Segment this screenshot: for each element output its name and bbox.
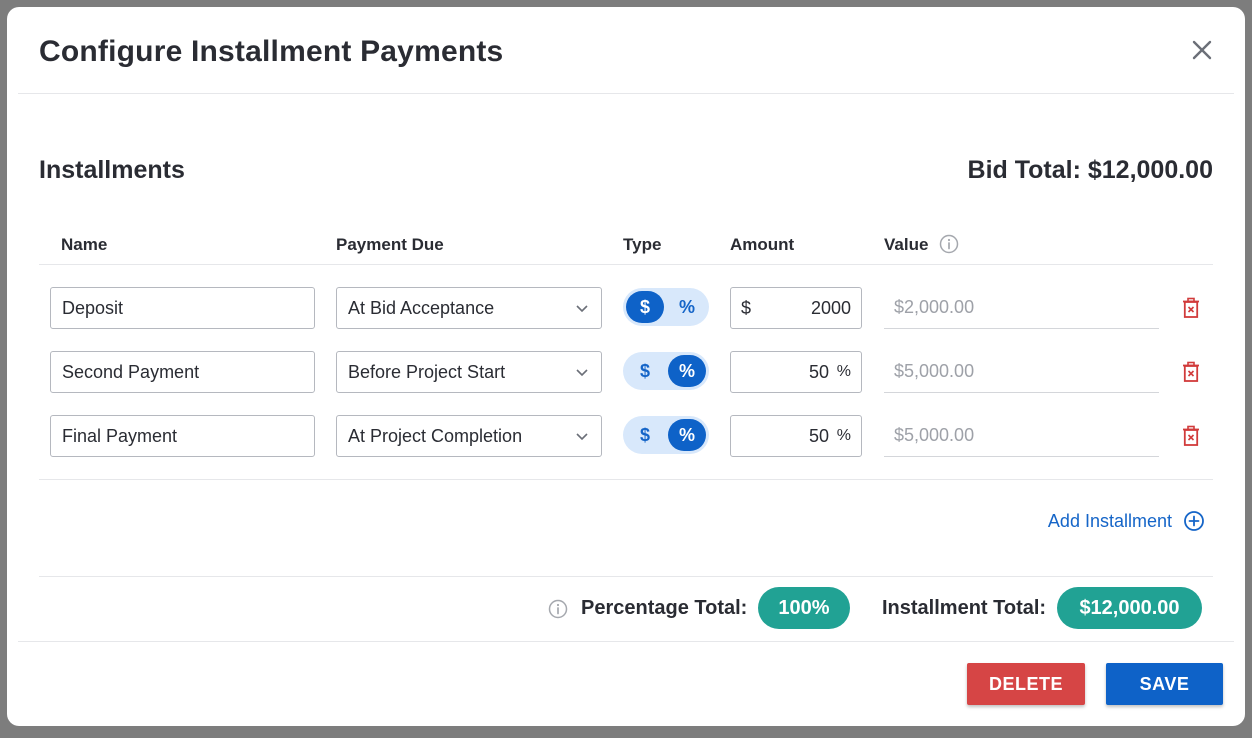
payment-due-select[interactable]: Before Project Start xyxy=(336,351,602,393)
info-icon[interactable] xyxy=(548,599,568,619)
value-display: $2,000.00 xyxy=(884,287,1159,329)
plus-circle-icon[interactable] xyxy=(1183,510,1205,532)
percentage-total-label: Percentage Total: xyxy=(581,597,748,619)
amount-prefix: $ xyxy=(741,298,752,318)
amount-suffix: % xyxy=(836,363,851,380)
type-toggle: $ % xyxy=(623,416,709,454)
type-dollar-option[interactable]: $ xyxy=(626,355,664,387)
column-header-type: Type xyxy=(623,235,662,254)
table-row: Deposit At Bid Acceptance $ % $ 2000 $2,… xyxy=(7,287,1245,329)
totals-divider xyxy=(39,576,1213,577)
installment-name-input[interactable]: Second Payment xyxy=(50,351,315,393)
section-title: Installments xyxy=(39,156,185,184)
installment-name-input[interactable]: Deposit xyxy=(50,287,315,329)
type-toggle: $ % xyxy=(623,288,709,326)
value-display: $5,000.00 xyxy=(884,351,1159,393)
payment-due-select[interactable]: At Bid Acceptance xyxy=(336,287,602,329)
modal-header: Configure Installment Payments xyxy=(7,7,1245,94)
amount-value: 2000 xyxy=(810,298,851,318)
installment-total-label: Installment Total: xyxy=(882,597,1047,619)
type-dollar-option[interactable]: $ xyxy=(626,419,664,451)
payment-due-value: At Bid Acceptance xyxy=(348,298,495,318)
type-percent-option[interactable]: % xyxy=(668,355,706,387)
close-icon[interactable] xyxy=(1189,37,1215,63)
save-button[interactable]: SAVE xyxy=(1106,663,1223,705)
table-footer-divider xyxy=(39,479,1213,480)
modal-title: Configure Installment Payments xyxy=(39,35,504,68)
payment-due-select[interactable]: At Project Completion xyxy=(336,415,602,457)
type-dollar-option[interactable]: $ xyxy=(626,291,664,323)
amount-input[interactable]: 50 % xyxy=(730,415,862,457)
type-percent-option[interactable]: % xyxy=(668,291,706,323)
column-header-name: Name xyxy=(61,235,108,254)
type-percent-option[interactable]: % xyxy=(668,419,706,451)
add-installment-link[interactable]: Add Installment xyxy=(1048,511,1172,532)
footer-divider xyxy=(18,641,1234,642)
delete-button[interactable]: DELETE xyxy=(967,663,1085,705)
payment-due-value: At Project Completion xyxy=(348,426,523,446)
payment-due-value: Before Project Start xyxy=(348,362,506,382)
column-header-payment-due: Payment Due xyxy=(336,235,444,254)
amount-input[interactable]: $ 2000 xyxy=(730,287,862,329)
info-icon[interactable] xyxy=(939,234,959,254)
installment-name-input[interactable]: Final Payment xyxy=(50,415,315,457)
chevron-down-icon xyxy=(576,369,588,377)
chevron-down-icon xyxy=(576,433,588,441)
amount-input[interactable]: 50 % xyxy=(730,351,862,393)
table-row: Second Payment Before Project Start $ % … xyxy=(7,351,1245,393)
type-toggle: $ % xyxy=(623,352,709,390)
amount-suffix: % xyxy=(836,427,851,444)
table-row: Final Payment At Project Completion $ % … xyxy=(7,415,1245,457)
column-header-value: Value xyxy=(884,235,929,254)
amount-value: 50 xyxy=(808,426,829,446)
table-header-divider xyxy=(39,264,1213,265)
bid-total: Bid Total: $12,000.00 xyxy=(967,156,1213,184)
header-divider xyxy=(18,93,1234,94)
installment-total-badge: $12,000.00 xyxy=(1057,587,1202,629)
value-display: $5,000.00 xyxy=(884,415,1159,457)
amount-value: 50 xyxy=(808,362,829,382)
configure-installments-modal: Configure Installment Payments Installme… xyxy=(7,7,1245,726)
trash-icon[interactable] xyxy=(1180,425,1202,447)
trash-icon[interactable] xyxy=(1180,361,1202,383)
chevron-down-icon xyxy=(576,305,588,313)
percentage-total-badge: 100% xyxy=(758,587,850,629)
trash-icon[interactable] xyxy=(1180,297,1202,319)
column-header-amount: Amount xyxy=(730,235,795,254)
